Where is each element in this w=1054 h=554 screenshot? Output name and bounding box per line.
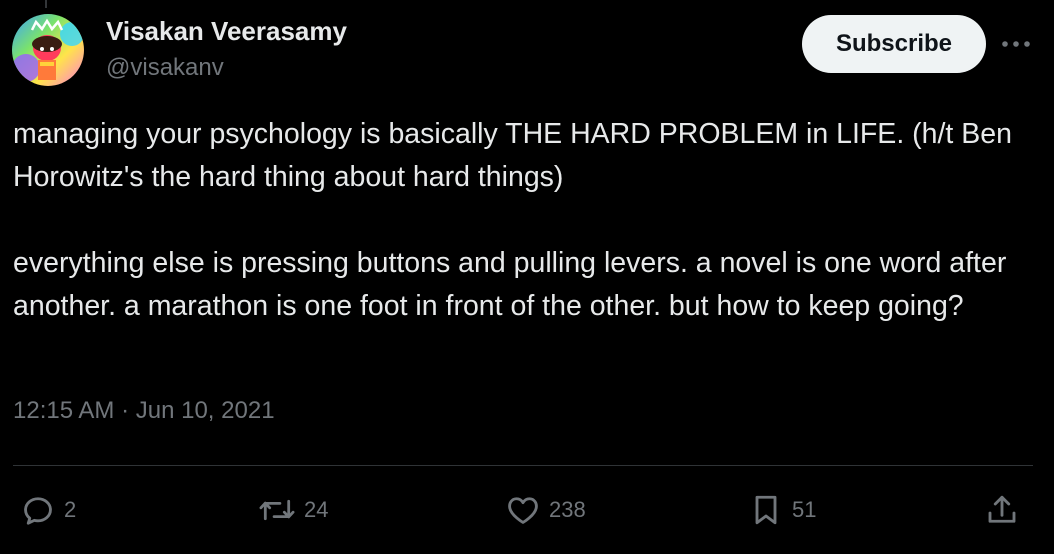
bookmark-count: 51 bbox=[792, 497, 817, 522]
tweet-time[interactable]: 12:15 AM bbox=[13, 397, 114, 424]
divider bbox=[13, 465, 1033, 466]
share-icon bbox=[988, 495, 1016, 523]
more-options-button[interactable] bbox=[998, 32, 1034, 56]
avatar[interactable] bbox=[12, 14, 84, 86]
author-handle[interactable]: @visakanv bbox=[106, 54, 224, 82]
author-name[interactable]: Visakan Veerasamy bbox=[106, 16, 347, 47]
tweet-date[interactable]: Jun 10, 2021 bbox=[136, 397, 275, 424]
thread-connector-line bbox=[45, 0, 47, 8]
reply-icon bbox=[24, 497, 52, 525]
retweet-icon bbox=[259, 499, 295, 521]
reply-button[interactable]: 2 bbox=[20, 488, 76, 532]
avatar-image bbox=[12, 14, 84, 86]
more-horizontal-icon bbox=[1002, 41, 1030, 47]
like-button[interactable]: 238 bbox=[505, 488, 586, 532]
subscribe-button[interactable]: Subscribe bbox=[802, 15, 986, 73]
retweet-count: 24 bbox=[304, 497, 329, 522]
tweet-text: managing your psychology is basically TH… bbox=[13, 118, 1012, 322]
share-button[interactable] bbox=[984, 488, 1020, 532]
retweet-button[interactable]: 24 bbox=[258, 488, 328, 532]
timestamp-separator: · bbox=[121, 397, 130, 424]
like-count: 238 bbox=[549, 497, 586, 522]
bookmark-icon bbox=[755, 495, 777, 525]
like-icon bbox=[508, 497, 538, 524]
bookmark-button[interactable]: 51 bbox=[748, 488, 816, 532]
reply-count: 2 bbox=[64, 497, 77, 522]
tweet-timestamp[interactable]: 12:15 AM · Jun 10, 2021 bbox=[13, 397, 275, 425]
